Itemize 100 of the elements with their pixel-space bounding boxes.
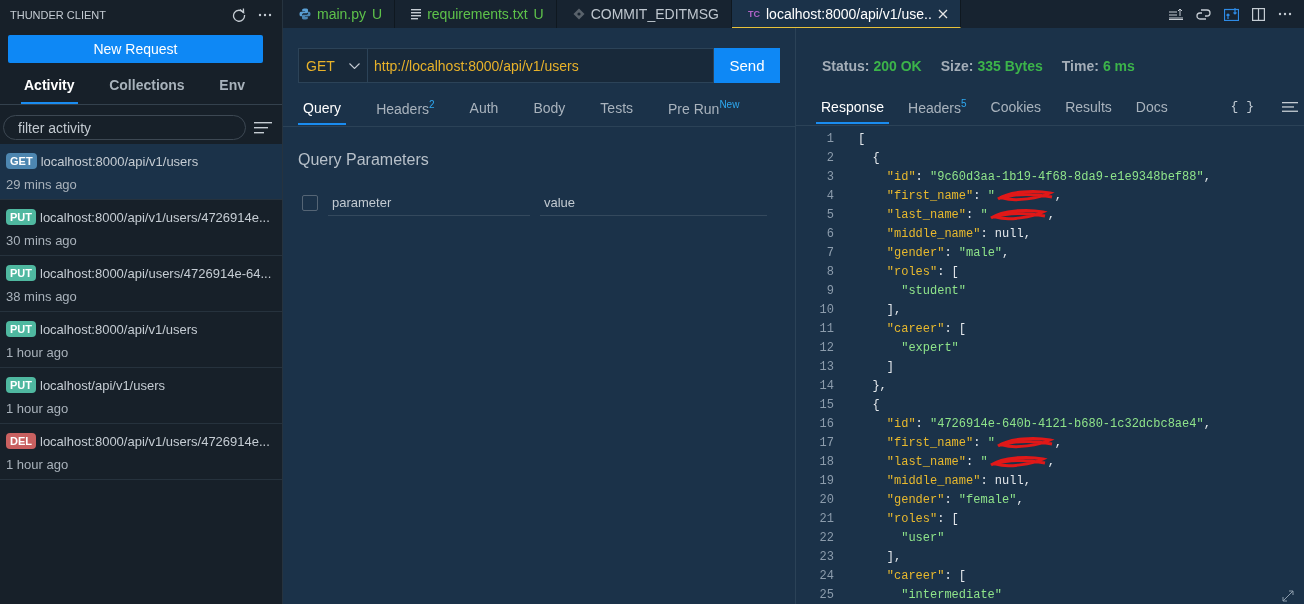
- line-number: 6: [825, 226, 834, 241]
- line-number: 17: [818, 435, 834, 450]
- more-icon[interactable]: [1278, 12, 1292, 17]
- code-token: "middle_name": [885, 473, 981, 488]
- close-icon[interactable]: [937, 8, 948, 19]
- activity-item[interactable]: GET localhost:8000/api/v1/users 29 mins ago: [0, 144, 282, 200]
- line-number: 4: [825, 188, 834, 203]
- line-number: 13: [818, 359, 834, 374]
- code-token: : [: [937, 511, 959, 526]
- section-title: Query Parameters: [298, 151, 430, 169]
- code-token: "career": [885, 321, 945, 336]
- tab-label: localhost:8000/api/v1/use..: [766, 5, 932, 22]
- code-token: "female": [958, 492, 1017, 507]
- tab[interactable]: Query: [298, 90, 347, 126]
- method-badge: PUT: [6, 209, 36, 225]
- sidebar-tab[interactable]: Env: [216, 69, 248, 104]
- stat-value: 335 Bytes: [977, 58, 1043, 75]
- tab[interactable]: Docs: [1130, 89, 1173, 125]
- text-file-icon: [411, 8, 422, 20]
- line-number: 8: [825, 264, 834, 279]
- resize-icon[interactable]: [1282, 590, 1294, 602]
- code-token: "male": [958, 245, 1003, 260]
- code-token: "user": [900, 530, 945, 545]
- request-time: 1 hour ago: [6, 401, 70, 416]
- method-badge: PUT: [6, 377, 36, 393]
- method-dropdown[interactable]: GET: [298, 48, 368, 84]
- activity-item[interactable]: DEL localhost:8000/api/v1/users/4726914e... 1 hour ago: [0, 424, 282, 480]
- code-token: ,: [1016, 492, 1024, 507]
- code-token: "gender": [885, 245, 945, 260]
- code-token: "expert": [900, 340, 959, 355]
- checkbox[interactable]: [302, 195, 318, 211]
- stat-label: Time:: [1061, 58, 1099, 75]
- code-token: "id": [885, 416, 916, 431]
- editor-tab[interactable]: TC localhost:8000/api/v1/use..: [732, 0, 961, 29]
- diamond-icon: [572, 8, 585, 21]
- request-time: 1 hour ago: [6, 457, 70, 472]
- tab[interactable]: Response: [816, 89, 890, 125]
- code-token: "gender": [885, 492, 945, 507]
- tab[interactable]: Pre Run$^{New}$: [663, 89, 745, 126]
- tab[interactable]: Headers$^{5}$: [903, 88, 972, 125]
- tab[interactable]: Results: [1060, 89, 1117, 125]
- line-number: 18: [818, 454, 834, 469]
- method-badge: PUT: [6, 265, 36, 281]
- request-url: localhost:8000/api/v1/users: [40, 321, 198, 337]
- tab[interactable]: Headers$^{2}$: [371, 89, 440, 126]
- code-token: :: [915, 169, 924, 184]
- more-icon[interactable]: [258, 13, 272, 17]
- format-button[interactable]: { }: [1224, 98, 1260, 116]
- tab[interactable]: Auth: [464, 90, 504, 126]
- line-number: 3: [825, 169, 834, 184]
- parameter-field[interactable]: parameter: [328, 190, 530, 216]
- split-editor-icon[interactable]: [1252, 7, 1265, 21]
- menu-icon[interactable]: [1282, 101, 1298, 112]
- request-url: localhost:8000/api/v1/users: [40, 153, 199, 169]
- code-token: ": [980, 454, 988, 469]
- code-token: : [: [944, 568, 967, 583]
- code-token: ,: [1047, 207, 1055, 222]
- code-token: ": [987, 435, 995, 450]
- stat-label: Status:: [822, 58, 870, 75]
- line-number: 21: [818, 511, 834, 526]
- value-field[interactable]: value: [540, 190, 767, 216]
- line-number: 16: [818, 416, 834, 431]
- sidebar-tab[interactable]: Activity: [21, 69, 78, 104]
- code-token: "4726914e-640b-4121-b680-1c32dcbc8ae4": [930, 416, 1204, 431]
- refresh-icon[interactable]: [232, 8, 246, 22]
- activity-item[interactable]: PUT localhost:8000/api/v1/users 1 hour ago: [0, 312, 282, 368]
- filter-menu-icon[interactable]: [254, 121, 272, 134]
- stat-value: 200 OK: [873, 58, 922, 75]
- code-token: [: [858, 131, 866, 146]
- code-token: : [: [944, 321, 967, 336]
- code-token: "middle_name": [885, 226, 981, 241]
- code-token: :: [973, 435, 982, 450]
- code-token: "first_name": [885, 188, 974, 203]
- line-number: 12: [818, 340, 834, 355]
- git-status: U: [372, 6, 383, 23]
- link-icon[interactable]: [1196, 7, 1211, 21]
- compare-icon[interactable]: [1224, 7, 1239, 22]
- code-token: :: [966, 454, 975, 469]
- list-upload-icon[interactable]: [1169, 8, 1183, 21]
- tab[interactable]: Cookies: [985, 89, 1047, 125]
- tab[interactable]: Tests: [595, 90, 639, 126]
- code-token: :: [944, 245, 953, 260]
- sidebar-tab[interactable]: Collections: [106, 69, 188, 104]
- code-token: ,: [1054, 188, 1063, 203]
- filter-field[interactable]: filter activity: [3, 115, 246, 140]
- url-field[interactable]: http://localhost:8000/api/v1/users: [368, 48, 714, 84]
- activity-item[interactable]: PUT localhost/api/v1/users 1 hour ago: [0, 368, 282, 424]
- code-token: ": [987, 188, 995, 203]
- send-button[interactable]: Send: [714, 48, 780, 84]
- code-token: : [: [937, 264, 959, 279]
- line-number: 15: [818, 397, 834, 412]
- activity-item[interactable]: PUT localhost:8000/api/users/4726914e-64... 38 mins ago: [0, 256, 282, 312]
- new-request-button[interactable]: New Request: [8, 35, 263, 63]
- activity-item[interactable]: PUT localhost:8000/api/v1/users/4726914e... 30 mins ago: [0, 200, 282, 256]
- tab[interactable]: Body: [528, 90, 571, 126]
- code-token: : null,: [980, 473, 1031, 488]
- code-token: },: [871, 378, 887, 393]
- request-time: 29 mins ago: [6, 177, 78, 192]
- request-url: localhost/api/v1/users: [40, 377, 165, 393]
- request-time: 38 mins ago: [6, 289, 78, 304]
